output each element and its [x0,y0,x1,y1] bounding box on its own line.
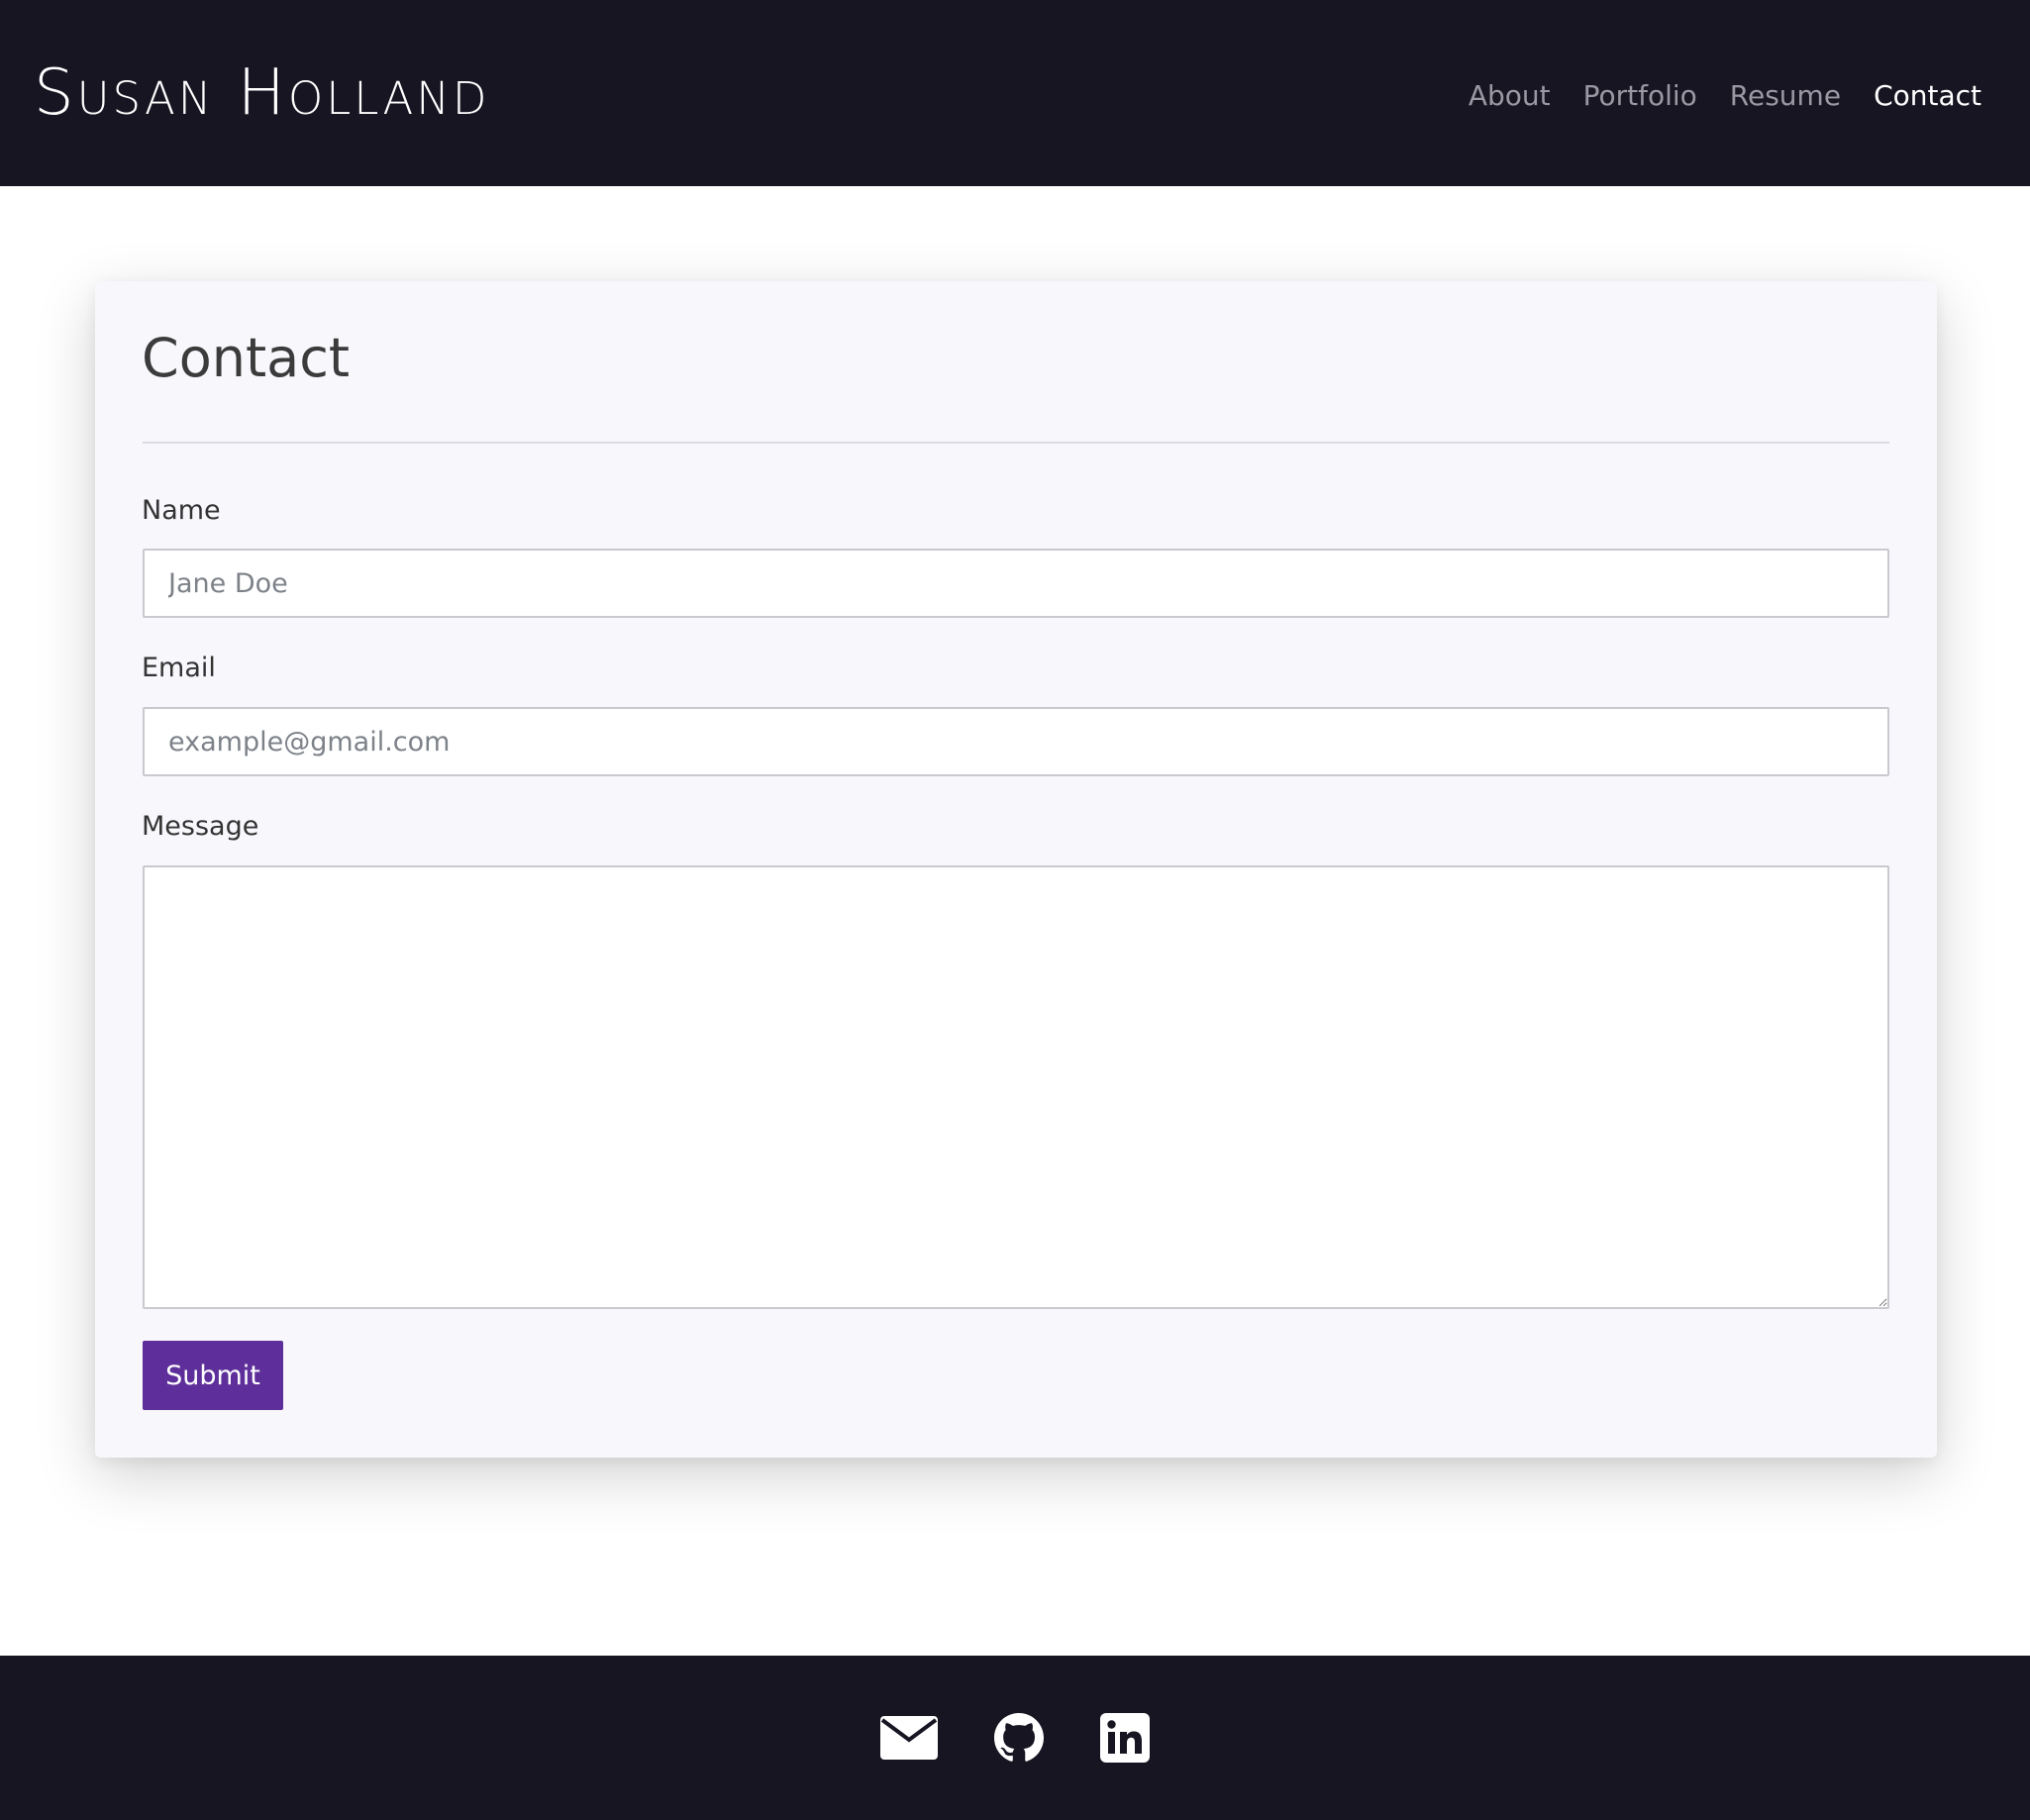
site-brand[interactable]: Susan Holland [34,48,490,139]
email-link[interactable] [880,1713,938,1763]
message-textarea[interactable] [143,865,1889,1309]
linkedin-icon [1100,1713,1150,1763]
main-nav: About Portfolio Resume Contact [1469,69,1981,121]
name-input[interactable] [143,549,1889,618]
name-label: Name [142,495,221,526]
linkedin-link[interactable] [1100,1713,1150,1763]
email-label: Email [142,653,216,683]
title-divider [143,442,1889,444]
contact-card: Contact Name Email Message Submit [95,281,1937,1458]
submit-button[interactable]: Submit [143,1341,283,1410]
email-input[interactable] [143,707,1889,776]
nav-link-resume[interactable]: Resume [1730,79,1841,112]
envelope-icon [880,1716,938,1760]
github-icon [994,1713,1044,1762]
site-header: Susan Holland About Portfolio Resume Con… [0,0,2030,186]
nav-link-portfolio[interactable]: Portfolio [1583,79,1697,112]
message-label: Message [142,811,259,842]
nav-link-about[interactable]: About [1469,79,1551,112]
github-link[interactable] [993,1713,1045,1763]
social-links [0,1713,2030,1763]
page-title: Contact [142,327,351,389]
nav-link-contact[interactable]: Contact [1874,79,1981,112]
site-footer [0,1656,2030,1820]
